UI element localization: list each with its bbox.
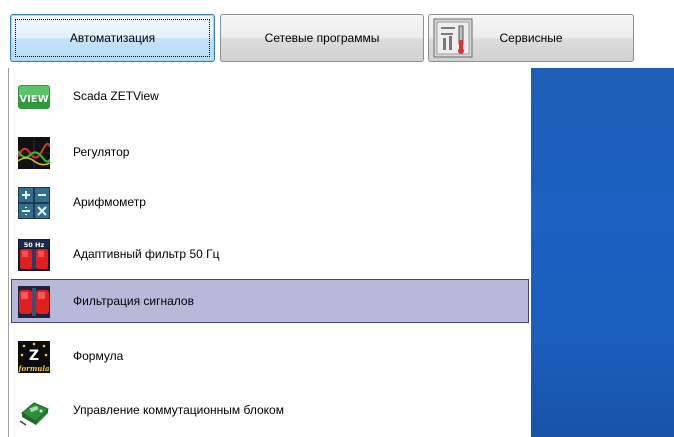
svg-text:50 Hz: 50 Hz	[24, 241, 45, 249]
signal-filter-icon	[18, 286, 50, 318]
menu-item-regulator[interactable]: Регулятор	[11, 130, 529, 174]
menu-item-label: Фильтрация сигналов	[73, 294, 194, 308]
automation-menu: VIEW Scada ZETView Регулятор Арифмометр	[8, 68, 531, 437]
arithmometer-calculator-icon	[18, 187, 50, 219]
menu-item-label: Формула	[73, 349, 124, 363]
menu-item-signal-filtering[interactable]: Фильтрация сигналов	[11, 279, 529, 323]
tab-bar: Автоматизация Сетевые программы Сервисны…	[0, 0, 674, 68]
adaptive-filter-icon: 50 Hz	[18, 239, 50, 271]
menu-item-scada-zetview[interactable]: VIEW Scada ZETView	[11, 74, 529, 118]
menu-item-label: Адаптивный фильтр 50 Гц	[73, 247, 220, 261]
svg-text:Z: Z	[29, 348, 39, 364]
menu-item-label: Scada ZETView	[73, 89, 159, 103]
menu-item-label: Арифмометр	[73, 195, 146, 209]
svg-text:formula: formula	[18, 364, 50, 373]
svg-text:VIEW: VIEW	[19, 94, 48, 105]
tab-label: Автоматизация	[69, 31, 156, 45]
zetview-icon: VIEW	[18, 85, 50, 109]
tab-label: Сетевые программы	[264, 31, 380, 45]
formula-icon: Z formula	[18, 341, 50, 373]
tools-panel-icon	[433, 18, 473, 58]
tab-network-programs[interactable]: Сетевые программы	[220, 14, 424, 62]
menu-item-label: Управление коммутационным блоком	[73, 403, 284, 417]
tab-label: Сервисные	[499, 31, 563, 45]
switch-block-control-icon	[19, 402, 49, 426]
regulator-waveform-icon	[18, 137, 50, 169]
menu-item-formula[interactable]: Z formula Формула	[11, 334, 529, 378]
tab-automation[interactable]: Автоматизация	[10, 14, 215, 62]
menu-item-adaptive-filter[interactable]: 50 Hz Адаптивный фильтр 50 Гц	[11, 232, 529, 276]
desktop-background	[531, 68, 674, 437]
tab-service[interactable]: Сервисные	[428, 14, 634, 62]
menu-item-switch-block-control[interactable]: Управление коммутационным блоком	[11, 388, 529, 432]
menu-item-label: Регулятор	[73, 145, 130, 159]
menu-item-arithmometer[interactable]: Арифмометр	[11, 180, 529, 224]
